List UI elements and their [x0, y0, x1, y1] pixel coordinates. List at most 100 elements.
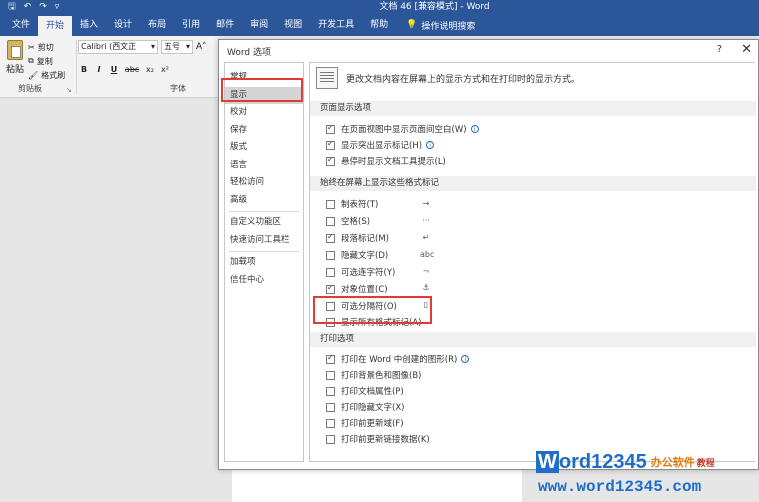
dialog-launcher-icon[interactable]: ↘ — [66, 86, 72, 94]
close-button[interactable]: ✕ — [741, 42, 752, 57]
checkbox[interactable] — [326, 386, 335, 396]
format-painter-button[interactable]: 🖌 格式刷 — [28, 68, 65, 82]
checkbox[interactable] — [326, 283, 335, 294]
options-nav: 常规 显示 校对 保存 版式 语言 轻松访问 高级 自定义功能区 快速访问工具栏… — [224, 62, 304, 462]
tab-home[interactable]: 开始 — [38, 16, 73, 36]
option-print-background[interactable]: 打印背景色和图像(B) — [326, 367, 421, 383]
tab-references[interactable]: 引用 — [174, 14, 208, 36]
dialog-title: Word 选项 — [227, 48, 271, 58]
nav-divider — [229, 211, 299, 212]
section-formatting-marks: 始终在屏幕上显示这些格式标记 — [310, 176, 756, 191]
nav-language[interactable]: 语言 — [225, 157, 303, 175]
option-print-hidden-text[interactable]: 打印隐藏文字(X) — [326, 399, 404, 415]
option-show-whitespace[interactable]: 在页面视图中显示页面间空白(W)i — [326, 121, 479, 137]
underline-button[interactable]: U — [108, 65, 120, 74]
option-update-fields[interactable]: 打印前更新域(F) — [326, 415, 404, 431]
option-print-drawings[interactable]: 打印在 Word 中创建的图形(R)i — [326, 351, 470, 367]
title-bar: 🖫 ↶ ↷ ▿ 文档 46 [兼容模式] - Word — [0, 0, 759, 14]
checkbox[interactable] — [326, 199, 335, 209]
hidden-text-symbol-icon: abc — [420, 250, 435, 259]
subscript-button[interactable]: x₂ — [144, 65, 156, 74]
nav-trust-center[interactable]: 信任中心 — [225, 272, 303, 290]
checkbox[interactable] — [326, 216, 335, 226]
section-page-display: 页面显示选项 — [310, 101, 756, 116]
checkbox[interactable] — [326, 250, 335, 260]
scissors-icon: ✂ — [28, 42, 35, 52]
checkbox[interactable] — [326, 232, 335, 243]
font-group-label: 字体 — [170, 84, 186, 93]
tab-file[interactable]: 文件 — [4, 14, 38, 36]
nav-customize-ribbon[interactable]: 自定义功能区 — [225, 214, 303, 232]
tab-help[interactable]: 帮助 — [362, 14, 396, 36]
checkbox[interactable] — [326, 434, 335, 444]
help-button[interactable]: ? — [717, 44, 722, 55]
document-title: 文档 46 [兼容模式] - Word — [379, 2, 490, 12]
option-show-tooltips[interactable]: 悬停时显示文档工具提示(L) — [326, 153, 446, 169]
watermark-subtitle: 办公软件 — [650, 456, 695, 469]
option-show-highlighter[interactable]: 显示突出显示标记(H)i — [326, 137, 435, 153]
nav-proofing[interactable]: 校对 — [225, 104, 303, 122]
italic-button[interactable]: I — [93, 65, 105, 74]
checkbox[interactable] — [326, 267, 335, 277]
tab-insert[interactable]: 插入 — [72, 14, 106, 36]
nav-save[interactable]: 保存 — [225, 122, 303, 140]
space-symbol-icon: ··· — [422, 216, 430, 225]
clipboard-group-label: 剪贴板 — [18, 84, 42, 93]
hyphen-symbol-icon: ¬ — [422, 267, 430, 276]
watermark: W ord12345 办公软件 教程 www.word12345.com — [536, 449, 759, 502]
nav-advanced[interactable]: 高级 — [225, 192, 303, 210]
font-name-combo[interactable]: Calibri (西文正 ▾ — [78, 40, 158, 54]
checkbox[interactable] — [326, 402, 335, 412]
display-icon — [316, 67, 338, 89]
tab-layout[interactable]: 布局 — [140, 14, 174, 36]
tab-developer[interactable]: 开发工具 — [310, 14, 362, 36]
bold-button[interactable]: B — [78, 65, 90, 74]
checkbox[interactable] — [326, 418, 335, 428]
word-options-dialog: Word 选项 ? ✕ 常规 显示 校对 保存 版式 语言 轻松访问 高级 自定… — [218, 39, 759, 470]
tell-me-search[interactable]: 💡 操作说明搜索 — [396, 14, 475, 36]
tab-mailings[interactable]: 邮件 — [208, 14, 242, 36]
strikethrough-button[interactable]: abc — [123, 65, 141, 74]
info-icon: i — [461, 355, 470, 363]
nav-add-ins[interactable]: 加载项 — [225, 254, 303, 272]
brush-icon: 🖌 — [28, 70, 39, 80]
copy-button[interactable]: ⧉ 复制 — [28, 54, 65, 68]
watermark-subtitle-2: 教程 — [696, 458, 715, 469]
cut-button[interactable]: ✂ 剪切 — [28, 40, 65, 54]
superscript-button[interactable]: x² — [159, 65, 171, 74]
option-print-properties[interactable]: 打印文档属性(P) — [326, 383, 404, 399]
checkbox[interactable] — [326, 370, 335, 380]
clipboard-group: 粘贴 ✂ 剪切 ⧉ 复制 🖌 格式刷 剪贴板 ↘ — [4, 38, 74, 96]
info-icon: i — [470, 125, 479, 133]
option-paragraph-marks[interactable]: 段落标记(M) — [326, 230, 389, 246]
checkbox[interactable] — [326, 155, 335, 166]
paste-button[interactable]: 粘贴 — [4, 38, 26, 82]
anchor-icon: ⚓ — [422, 283, 430, 292]
grow-font-icon[interactable]: A˄ — [196, 42, 207, 52]
option-hidden-text[interactable]: 隐藏文字(D) — [326, 247, 388, 263]
ribbon-tabs: 文件 开始 插入 设计 布局 引用 邮件 审阅 视图 开发工具 帮助 💡 操作说… — [0, 14, 759, 36]
lightbulb-icon: 💡 — [406, 20, 418, 30]
paste-icon — [7, 40, 23, 60]
nav-quick-access-toolbar[interactable]: 快速访问工具栏 — [225, 232, 303, 250]
option-object-anchors[interactable]: 对象位置(C) — [326, 281, 388, 297]
nav-typography[interactable]: 版式 — [225, 139, 303, 157]
tab-design[interactable]: 设计 — [106, 14, 140, 36]
tab-symbol-icon: → — [422, 199, 430, 208]
font-group: Calibri (西文正 ▾ 五号 ▾ A˄ B I U abc x₂ x² 字体 — [78, 38, 224, 96]
watermark-logo-w: W — [536, 451, 559, 473]
checkbox[interactable] — [326, 139, 335, 150]
options-content: 更改文档内容在屏幕上的显示方式和在打印时的显示方式。 页面显示选项 在页面视图中… — [309, 62, 756, 462]
option-spaces[interactable]: 空格(S) — [326, 213, 370, 229]
tab-review[interactable]: 审阅 — [242, 14, 276, 36]
checkbox[interactable] — [326, 123, 335, 134]
tab-view[interactable]: 视图 — [276, 14, 310, 36]
font-size-combo[interactable]: 五号 ▾ — [161, 40, 193, 54]
option-tab-characters[interactable]: 制表符(T) — [326, 196, 378, 212]
nav-accessibility[interactable]: 轻松访问 — [225, 174, 303, 192]
option-optional-hyphens[interactable]: 可选连字符(Y) — [326, 264, 395, 280]
option-update-links[interactable]: 打印前更新链接数据(K) — [326, 431, 430, 447]
highlight-display-nav — [221, 78, 303, 102]
nav-divider — [229, 251, 299, 252]
checkbox[interactable] — [326, 353, 335, 364]
